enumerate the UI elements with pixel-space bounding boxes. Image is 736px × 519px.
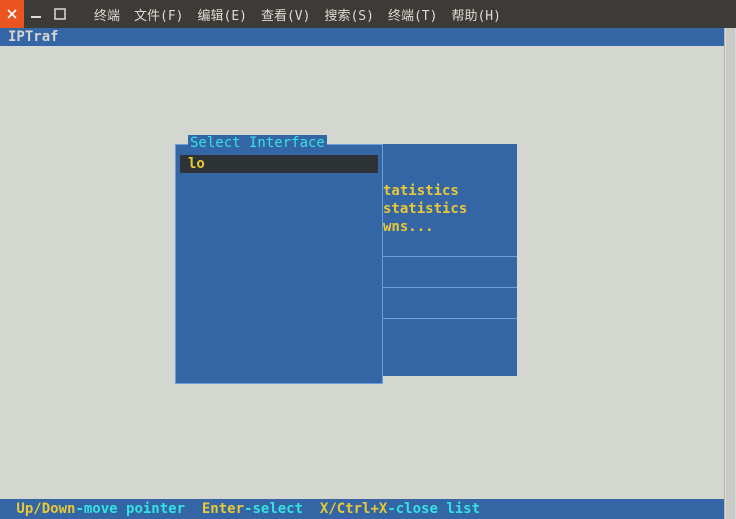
app-title: IPTraf (0, 28, 724, 46)
menu-help[interactable]: 帮助(H) (447, 5, 504, 24)
select-interface-title: Select Interface (188, 135, 327, 151)
menu-separator (381, 318, 517, 319)
select-interface-dialog: Select Interface lo (175, 144, 383, 384)
scrollbar-thumb[interactable] (726, 28, 735, 519)
menu-edit[interactable]: 编辑(E) (194, 5, 251, 24)
minimize-icon[interactable] (24, 0, 48, 28)
menu-terminal[interactable]: 终端 (90, 5, 124, 24)
status-desc-select: -select (244, 501, 320, 517)
close-icon[interactable] (0, 0, 24, 28)
window-controls (0, 0, 72, 28)
app-menubar: 终端 文件(F) 编辑(E) 查看(V) 搜索(S) 终端(T) 帮助(H) (90, 5, 505, 24)
main-menu-fragment: tatistics (381, 182, 517, 200)
main-menu-fragment: statistics (381, 200, 517, 218)
status-desc-move: -move pointer (75, 501, 201, 517)
status-key-updown: Up/Down (8, 501, 75, 517)
interface-item-lo[interactable]: lo (180, 155, 378, 173)
terminal-canvas: IPTraf tatistics statistics wns... Selec… (0, 28, 724, 519)
main-menu-panel: tatistics statistics wns... (381, 144, 517, 376)
menu-search[interactable]: 搜索(S) (320, 5, 377, 24)
status-key-enter: Enter (202, 501, 244, 517)
vertical-scrollbar[interactable] (724, 28, 736, 519)
menu-view[interactable]: 查看(V) (257, 5, 314, 24)
status-key-close: X/Ctrl+X (320, 501, 387, 517)
menu-file[interactable]: 文件(F) (130, 5, 187, 24)
status-bar: Up/Down-move pointer Enter-select X/Ctrl… (0, 499, 724, 519)
window-titlebar: 终端 文件(F) 编辑(E) 查看(V) 搜索(S) 终端(T) 帮助(H) (0, 0, 736, 28)
status-desc-close: -close list (387, 501, 480, 517)
main-menu-fragment: wns... (381, 218, 517, 236)
menu-terminal2[interactable]: 终端(T) (384, 5, 441, 24)
terminal-area: IPTraf tatistics statistics wns... Selec… (0, 28, 736, 519)
maximize-icon[interactable] (48, 0, 72, 28)
